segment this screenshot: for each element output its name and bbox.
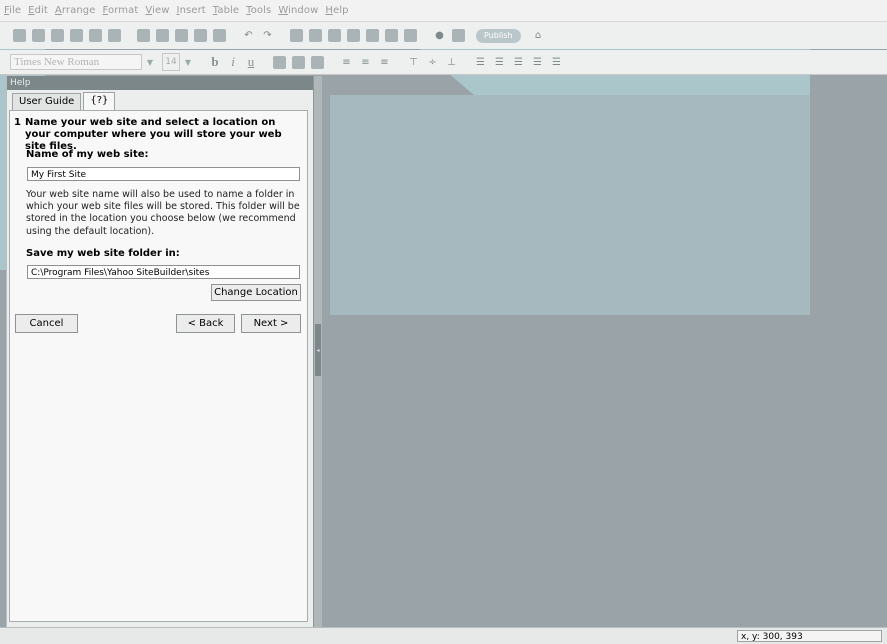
cancel-button[interactable]: Cancel [15,314,78,333]
step-instruction: 1 Name your web site and select a locati… [14,117,300,153]
menu-edit[interactable]: Edit [24,5,51,16]
menu-format[interactable]: Format [99,5,142,16]
menu-window[interactable]: Window [274,5,321,16]
step-text: Name your web site and select a location… [25,117,282,152]
menu-insert[interactable]: Insert [173,5,209,16]
page-icon[interactable] [89,29,102,42]
valign-top-icon[interactable]: ⊤ [407,56,420,69]
italic-button[interactable]: i [224,54,242,70]
preview-icon[interactable] [452,29,465,42]
menu-view[interactable]: View [141,5,172,16]
menu-tools[interactable]: Tools [242,5,274,16]
outdent-icon[interactable]: ☰ [531,56,544,69]
valign-bottom-icon[interactable]: ⊥ [445,56,458,69]
help-panel-title: Help [7,76,313,90]
text-color-icon[interactable] [273,55,286,69]
text-icon[interactable] [51,29,64,42]
status-bar: x, y: 300, 393 [0,627,887,644]
form-icon[interactable] [347,29,360,42]
help-tabs: User Guide {?} [7,90,313,110]
valign-middle-icon[interactable]: ÷ [426,56,439,69]
splitter-grip[interactable]: ◂ [315,324,321,376]
undo-icon[interactable]: ↶ [242,29,255,42]
bold-button[interactable]: b [206,54,224,70]
chevron-down-icon[interactable]: ▼ [142,54,158,70]
delete-icon[interactable] [213,29,226,42]
align-center-icon[interactable]: ≡ [359,56,372,69]
standard-toolbar: ↶ ↷ ● Publish ⌂ [0,22,887,49]
paste-icon[interactable] [194,29,207,42]
menu-table[interactable]: Table [209,5,242,16]
image-icon[interactable] [290,29,303,42]
description-text: Your web site name will also be used to … [26,189,300,237]
chevron-down-icon[interactable]: ▼ [180,54,196,70]
home-icon[interactable]: ⌂ [532,29,545,42]
folder-path-input[interactable]: C:\Program Files\Yahoo SiteBuilder\sites [27,265,300,279]
indent-icon[interactable]: ☰ [550,56,563,69]
list-style-icon[interactable]: ☰ [512,56,525,69]
folder-label: Save my web site folder in: [26,248,180,259]
publish-button[interactable]: Publish [476,28,521,43]
underline-button[interactable]: u [242,54,260,70]
new-page-icon[interactable] [13,29,26,42]
tab-help-icon[interactable]: {?} [83,92,116,110]
back-button[interactable]: < Back [176,314,235,333]
step-number: 1 [14,117,21,128]
next-button[interactable]: Next > [241,314,301,333]
edit-icon[interactable] [137,29,150,42]
format-toolbar: Times New Roman ▼ 14 ▼ b i u ≡ ≡ ≡ ⊤ ÷ ⊥… [0,50,887,75]
panel-splitter[interactable]: ◂ [313,76,322,627]
cursor-coordinates: x, y: 300, 393 [737,630,882,642]
site-name-input[interactable]: My First Site [27,167,300,181]
menu-bar: File Edit Arrange Format View Insert Table Tool… [0,0,887,22]
bg-color-icon[interactable] [292,55,305,69]
help-panel: Help User Guide {?} 1 Name your web site… [6,76,313,627]
back-icon[interactable] [70,29,83,42]
open-icon[interactable] [32,29,45,42]
font-family-select[interactable]: Times New Roman [10,54,142,70]
help-content: 1 Name your web site and select a locati… [9,110,308,622]
cut-icon[interactable] [156,29,169,42]
frame-icon[interactable] [385,29,398,42]
redo-icon[interactable]: ↷ [261,29,274,42]
tab-user-guide[interactable]: User Guide [12,93,82,110]
table-icon[interactable] [328,29,341,42]
globe-icon[interactable]: ● [433,29,446,42]
save-icon[interactable] [108,29,121,42]
watermark-block [330,95,810,315]
copy-icon[interactable] [175,29,188,42]
menu-file[interactable]: File [0,5,24,16]
bullet-list-icon[interactable]: ☰ [474,56,487,69]
numbered-list-icon[interactable]: ☰ [493,56,506,69]
change-location-button[interactable]: Change Location [211,284,301,301]
list-icon[interactable] [366,29,379,42]
site-name-label: Name of my web site: [26,149,149,160]
align-right-icon[interactable]: ≡ [378,56,391,69]
layout-icon[interactable] [309,29,322,42]
align-left-icon[interactable]: ≡ [340,56,353,69]
box-icon[interactable] [404,29,417,42]
font-size-select[interactable]: 14 [162,53,180,71]
highlight-icon[interactable] [311,55,324,69]
menu-arrange[interactable]: Arrange [51,5,99,16]
menu-help[interactable]: Help [321,5,351,16]
